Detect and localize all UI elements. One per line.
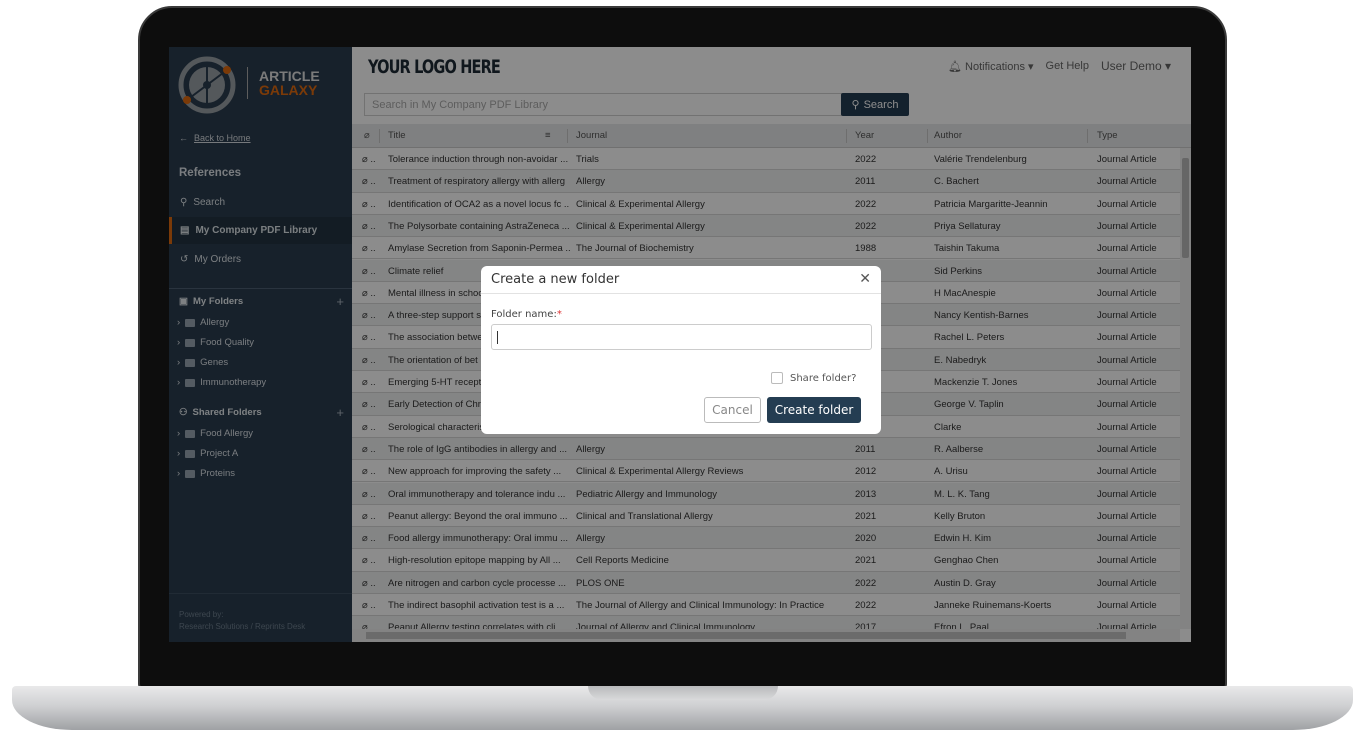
laptop-notch	[588, 686, 778, 700]
dialog-title: Create a new folder	[491, 272, 620, 287]
required-mark: *	[556, 309, 562, 320]
folder-name-label-text: Folder name:	[491, 309, 557, 320]
cancel-button[interactable]: Cancel	[704, 397, 761, 423]
checkbox[interactable]	[771, 372, 783, 384]
share-folder-label: Share folder?	[790, 372, 857, 384]
folder-name-input[interactable]	[491, 324, 872, 350]
app-screen: ARTICLE GALAXY ← Back to Home References ⚲…	[169, 47, 1191, 642]
create-folder-button[interactable]: Create folder	[767, 397, 861, 423]
text-caret	[497, 331, 498, 344]
share-folder-checkbox[interactable]: Share folder?	[771, 372, 856, 384]
create-folder-dialog: Create a new folder ✕ Folder name:* Share…	[481, 266, 881, 434]
close-icon[interactable]: ✕	[859, 271, 871, 287]
folder-name-label: Folder name:*	[491, 309, 562, 320]
dialog-header: Create a new folder ✕	[481, 266, 881, 294]
